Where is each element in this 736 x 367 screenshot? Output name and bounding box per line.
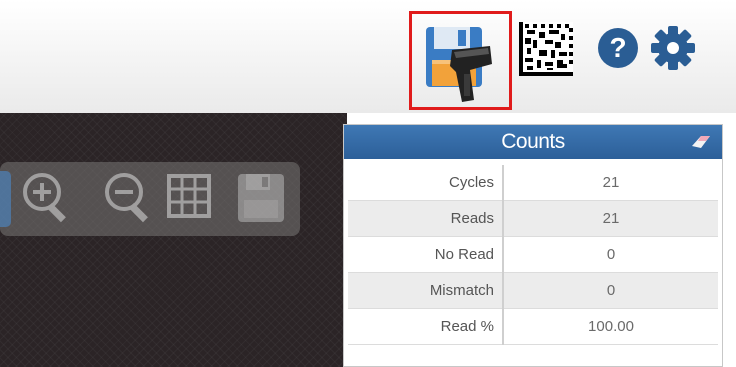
row-value: 21 [503,200,718,237]
table-row: Mismatch 0 [348,272,718,309]
grid-icon[interactable] [165,170,213,226]
counts-panel: Counts Cycles 21 Reads 21 No Read 0 Mism… [343,124,723,367]
row-value: 21 [503,165,718,201]
eraser-icon[interactable] [690,133,712,151]
save-image-icon[interactable] [234,170,288,226]
save-settings-button[interactable] [409,11,512,110]
table-row: No Read 0 [348,236,718,273]
svg-text:?: ? [609,32,626,63]
row-value: 100.00 [503,308,718,345]
row-label: Read % [348,308,504,345]
table-row: Reads 21 [348,200,718,237]
row-label: Cycles [348,165,504,201]
row-label: Mismatch [348,272,504,309]
datamatrix-code-icon[interactable] [519,22,573,76]
row-value: 0 [503,236,718,273]
counts-header: Counts [344,125,722,159]
table-row: Cycles 21 [348,165,718,201]
help-icon[interactable]: ? [597,27,639,69]
viewer-tool-partial[interactable] [0,171,11,227]
counts-table: Cycles 21 Reads 21 No Read 0 Mismatch 0 … [348,165,718,345]
floppy-scanner-icon [426,27,492,102]
row-value: 0 [503,272,718,309]
counts-title: Counts [501,130,565,153]
gear-icon[interactable] [650,25,696,71]
zoom-in-icon[interactable] [20,170,72,226]
table-row: Read % 100.00 [348,308,718,345]
image-viewer[interactable] [0,113,347,367]
zoom-out-icon[interactable] [102,170,154,226]
row-label: No Read [348,236,504,273]
row-label: Reads [348,200,504,237]
